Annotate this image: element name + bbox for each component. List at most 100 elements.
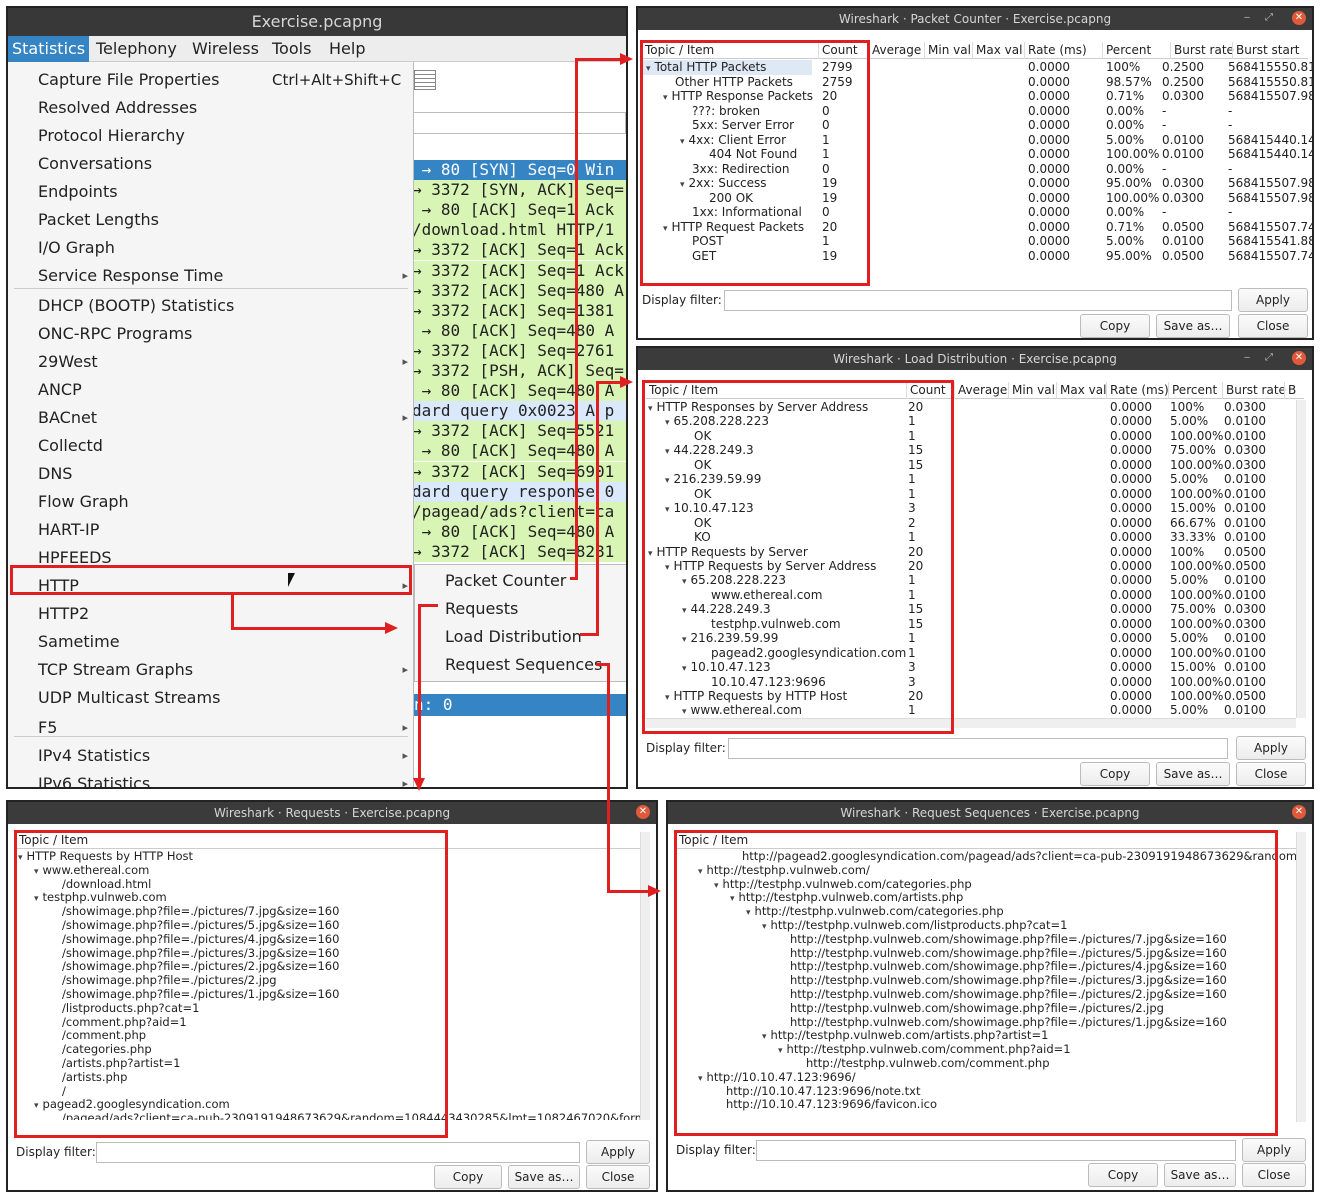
save-as-button[interactable]: Save as… xyxy=(1164,1163,1236,1187)
column-percent[interactable]: Percent xyxy=(1168,382,1217,399)
menu-wireless[interactable]: Wireless xyxy=(192,36,259,62)
menu-item-hart-ip[interactable]: HART-IP xyxy=(8,516,412,544)
packet-row[interactable]: → 80 [ACK] Seq=480 A xyxy=(412,320,626,341)
column-min-val[interactable]: Min val xyxy=(924,42,971,59)
menu-item-tcp-stream-graphs[interactable]: TCP Stream Graphs ▸ xyxy=(8,656,412,684)
packet-row[interactable]: dard query response 0 xyxy=(412,481,626,502)
display-filter-bar[interactable] xyxy=(412,112,626,134)
packet-row[interactable]: → 80 [ACK] Seq=1 Ack xyxy=(412,200,626,221)
copy-button[interactable]: Copy xyxy=(1080,314,1150,338)
menu-item-sametime[interactable]: Sametime xyxy=(8,628,412,656)
minimize-icon[interactable]: ‒ xyxy=(1240,11,1254,25)
minimize-icon[interactable]: ‒ xyxy=(1240,351,1254,365)
menu-item-onc-rpc-programs[interactable]: ONC-RPC Programs xyxy=(8,320,412,348)
submenu-packet-counter[interactable]: Packet Counter xyxy=(445,567,566,595)
packet-row[interactable]: → 3372 [ACK] Seq=6901 xyxy=(412,461,626,482)
close-icon[interactable]: ✕ xyxy=(636,805,650,819)
column-rate-ms-[interactable]: Rate (ms) xyxy=(1106,382,1169,399)
menu-statistics[interactable]: Statistics xyxy=(8,36,90,62)
close-icon[interactable]: ✕ xyxy=(1292,11,1306,25)
menu-item-resolved-addresses[interactable]: Resolved Addresses xyxy=(8,94,412,122)
menu-item-conversations[interactable]: Conversations xyxy=(8,150,412,178)
menu-item-dns[interactable]: DNS xyxy=(8,460,412,488)
packet-row[interactable]: dard query 0x0023 A p xyxy=(412,401,626,422)
packet-row[interactable]: → 3372 [ACK] Seq=480 A xyxy=(412,280,626,301)
packet-row[interactable]: → 3372 [ACK] Seq=1 Ack xyxy=(412,260,626,281)
copy-button[interactable]: Copy xyxy=(434,1165,502,1189)
submenu-requests[interactable]: Requests xyxy=(445,595,518,623)
packet-row[interactable]: → 3372 [ACK] Seq=2761 xyxy=(412,340,626,361)
close-icon[interactable]: ✕ xyxy=(1292,805,1306,819)
column-average[interactable]: Average xyxy=(954,382,1007,399)
column-burst-rate[interactable]: Burst rate xyxy=(1222,382,1286,399)
maximize-icon[interactable]: ⤢ xyxy=(1262,11,1276,25)
menu-item-bacnet[interactable]: BACnet ▸ xyxy=(8,404,412,432)
menu-item-dhcp-bootp-statistics[interactable]: DHCP (BOOTP) Statistics xyxy=(8,292,412,320)
packet-row[interactable]: /download.html HTTP/1 xyxy=(412,220,626,241)
toolbar-icon[interactable] xyxy=(414,70,436,90)
apply-button[interactable]: Apply xyxy=(586,1140,650,1164)
column-b[interactable]: B xyxy=(1284,382,1296,399)
submenu-request-sequences[interactable]: Request Sequences xyxy=(445,651,602,679)
menu-item-packet-lengths[interactable]: Packet Lengths xyxy=(8,206,412,234)
menu-item-collectd[interactable]: Collectd xyxy=(8,432,412,460)
menu-item-29west[interactable]: 29West ▸ xyxy=(8,348,412,376)
display-filter-input[interactable] xyxy=(756,1140,1236,1161)
menu-item-flow-graph[interactable]: Flow Graph xyxy=(8,488,412,516)
packet-row[interactable]: → 80 [SYN] Seq=0 Win xyxy=(412,160,626,180)
column-percent[interactable]: Percent xyxy=(1102,42,1151,59)
menu-item-udp-multicast-streams[interactable]: UDP Multicast Streams xyxy=(8,684,412,712)
close-button[interactable]: Close xyxy=(1238,314,1308,338)
submenu-load-distribution[interactable]: Load Distribution xyxy=(445,623,582,651)
apply-button[interactable]: Apply xyxy=(1236,736,1306,760)
save-as-button[interactable]: Save as… xyxy=(1156,314,1230,338)
packet-row[interactable]: → 80 [ACK] Seq=480 A xyxy=(412,521,626,542)
column-burst-start[interactable]: Burst start xyxy=(1232,42,1300,59)
menu-tools[interactable]: Tools xyxy=(272,36,311,62)
vertical-scrollbar[interactable] xyxy=(640,832,650,1120)
packet-row[interactable]: → 3372 [ACK] Seq=1 Ack xyxy=(412,240,626,261)
menu-telephony[interactable]: Telephony xyxy=(96,36,177,62)
packet-row[interactable]: → 3372 [ACK] Seq=5521 xyxy=(412,421,626,442)
apply-button[interactable]: Apply xyxy=(1238,288,1308,312)
menu-help[interactable]: Help xyxy=(329,36,365,62)
display-filter-input[interactable] xyxy=(724,290,1232,311)
close-button[interactable]: Close xyxy=(586,1165,650,1189)
column-average[interactable]: Average xyxy=(868,42,921,59)
save-as-button[interactable]: Save as… xyxy=(1156,762,1230,786)
column-min-val[interactable]: Min val xyxy=(1008,382,1055,399)
display-filter-input[interactable] xyxy=(96,1142,580,1163)
copy-button[interactable]: Copy xyxy=(1088,1163,1158,1187)
close-button[interactable]: Close xyxy=(1236,762,1306,786)
packet-row[interactable]: → 3372 [SYN, ACK] Seq= xyxy=(412,180,626,201)
packet-row[interactable]: → 80 [ACK] Seq=480 A xyxy=(412,381,626,402)
column-rate-ms-[interactable]: Rate (ms) xyxy=(1024,42,1087,59)
column-max-val[interactable]: Max val xyxy=(972,42,1022,59)
packet-row[interactable]: → 3372 [PSH, ACK] Seq= xyxy=(412,361,626,381)
save-as-button[interactable]: Save as… xyxy=(508,1165,580,1189)
packet-row[interactable]: /pagead/ads?client=ca xyxy=(412,501,626,522)
vertical-scrollbar[interactable] xyxy=(1296,832,1306,1122)
menu-item-ipv4-statistics[interactable]: IPv4 Statistics ▸ xyxy=(8,742,412,770)
close-icon[interactable]: ✕ xyxy=(1292,351,1306,365)
menu-item-i-o-graph[interactable]: I/O Graph xyxy=(8,234,412,262)
maximize-icon[interactable]: ⤢ xyxy=(1262,351,1276,365)
menu-item-service-response-time[interactable]: Service Response Time ▸ xyxy=(8,262,412,290)
packet-row[interactable]: → 3372 [ACK] Seq=8281 xyxy=(412,541,626,562)
column-max-val[interactable]: Max val xyxy=(1056,382,1106,399)
copy-button[interactable]: Copy xyxy=(1080,762,1150,786)
vertical-scrollbar[interactable] xyxy=(1296,400,1306,718)
menu-item-protocol-hierarchy[interactable]: Protocol Hierarchy xyxy=(8,122,412,150)
menu-item-http2[interactable]: HTTP2 xyxy=(8,600,412,628)
column-burst-rate[interactable]: Burst rate xyxy=(1170,42,1234,59)
display-filter-input[interactable] xyxy=(728,738,1228,759)
menu-item-ipv6-statistics[interactable]: IPv6 Statistics ▸ xyxy=(8,770,412,787)
packet-row[interactable]: → 80 [ACK] Seq=480 A xyxy=(412,441,626,462)
close-button[interactable]: Close xyxy=(1242,1163,1306,1187)
menu-item-endpoints[interactable]: Endpoints xyxy=(8,178,412,206)
apply-button[interactable]: Apply xyxy=(1242,1138,1306,1162)
menu-item-capture-file-properties[interactable]: Capture File Properties Ctrl+Alt+Shift+C xyxy=(8,66,412,94)
menu-item-ancp[interactable]: ANCP xyxy=(8,376,412,404)
menu-item-f5[interactable]: F5 ▸ xyxy=(8,714,412,742)
packet-row[interactable]: → 3372 [ACK] Seq=1381 xyxy=(412,300,626,321)
